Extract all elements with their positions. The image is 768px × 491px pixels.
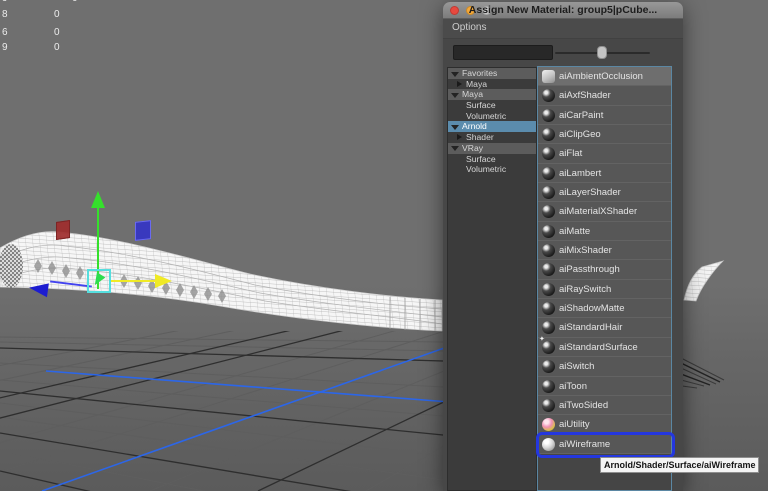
shader-list-item[interactable]: aiLambert [538,163,671,184]
tree-item-maya-volumetric[interactable]: Volumetric [448,111,536,122]
blade-tip-wireframe[interactable] [683,260,725,302]
shader-list-item[interactable]: aiStandardHair [538,318,671,338]
shader-list-item[interactable]: aiAxfShader [538,86,671,106]
chevron-right-icon[interactable] [457,134,462,141]
shader-list-item[interactable]: aiClipGeo [538,125,671,145]
shader-list-item[interactable]: aiFlat [538,144,671,164]
chevron-down-icon[interactable] [451,146,459,152]
dialog-menubar: Options [443,19,683,39]
tree-item-arnold[interactable]: Arnold [448,121,536,133]
material-sphere-icon [542,398,555,412]
material-sphere-icon [542,224,555,238]
tree-item-arnold-shader[interactable]: Shader [448,132,536,143]
shader-list-item[interactable]: aiShadowMatte [538,299,671,319]
material-sphere-icon [539,335,555,354]
chevron-right-icon[interactable] [457,80,462,87]
assign-new-material-dialog: Assign New Material: group5|pCube... Opt… [443,2,683,491]
material-sphere-icon [542,128,555,142]
chevron-down-icon[interactable] [451,71,459,77]
shader-list-item[interactable]: aiMatte [538,221,671,242]
shader-list-item[interactable]: aiTwoSided [538,395,671,416]
slider-handle[interactable] [597,46,607,59]
material-sphere-icon [542,244,555,258]
search-input[interactable] [453,45,553,60]
shader-list-item[interactable]: aiStandardSurface [538,335,671,358]
tree-item-maya-surface[interactable]: Surface [448,100,536,111]
y-axis-arrowhead-icon[interactable] [91,191,105,208]
material-sphere-icon [542,263,555,277]
tree-item-vray-surface[interactable]: Surface [448,154,536,165]
chevron-down-icon[interactable] [451,124,459,130]
shader-list-item[interactable]: aiAmbientOcclusion [538,67,671,87]
dialog-titlebar[interactable]: Assign New Material: group5|pCube... [443,2,683,19]
shader-list-item[interactable]: aiUtility [538,415,671,435]
dialog-title: Assign New Material: group5|pCube... [468,4,658,16]
material-sphere-icon [542,205,555,219]
material-sphere-icon [542,360,555,374]
material-category-tree: Favorites Maya Maya Surface Volumetric A… [447,67,537,491]
material-sphere-icon [542,89,555,103]
material-sphere-icon [542,108,555,122]
tooltip: Arnold/Shader/Surface/aiWireframe [600,457,760,473]
tree-item-maya[interactable]: Maya [448,89,536,101]
material-sphere-icon [542,282,555,296]
shader-list-item[interactable]: aiMaterialXShader [538,202,671,222]
material-swatch-icon [542,70,555,83]
manipulator-plane-handle-blue[interactable] [135,220,151,241]
shader-list-item[interactable]: aiSwitch [538,357,671,377]
material-sphere-icon [542,321,555,335]
shader-list-item-aiwireframe[interactable]: aiWireframe [538,434,671,454]
material-sphere-icon [542,166,555,180]
material-sphere-icon [542,418,555,432]
material-sphere-icon [542,147,555,161]
shader-list-item[interactable]: aiCarPaint [538,105,671,126]
shader-list-item[interactable]: aiMixShader [538,241,671,261]
shader-list-item[interactable]: aiPassthrough [538,260,671,280]
x-axis-arrowhead-icon[interactable] [155,274,172,288]
chevron-down-icon[interactable] [451,92,459,98]
shader-list-item[interactable]: aiToon [538,376,671,396]
swatch-size-slider[interactable] [555,46,650,60]
tree-item-favorites-maya[interactable]: Maya [448,79,536,90]
tree-item-favorites[interactable]: Favorites [448,68,536,79]
material-sphere-icon [542,302,555,316]
material-sphere-icon [542,379,555,393]
shader-list-item[interactable]: aiRaySwitch [538,279,671,300]
blade-wireframe-object[interactable] [0,231,443,332]
options-menu[interactable]: Options [452,22,486,33]
z-axis-arrowhead-icon[interactable] [28,280,49,298]
manipulator-plane-handle-red[interactable] [56,220,70,240]
material-sphere-icon [542,437,555,451]
x-axis-arrow-icon[interactable] [109,280,156,282]
tree-item-vray-volumetric[interactable]: Volumetric [448,164,536,175]
shader-list-item[interactable]: aiLayerShader [538,183,671,203]
shader-list: aiAmbientOcclusion aiAxfShader aiCarPain… [537,66,672,491]
tree-item-vray[interactable]: VRay [448,142,536,154]
ground-grid-right [680,357,725,389]
material-sphere-icon [542,186,555,200]
